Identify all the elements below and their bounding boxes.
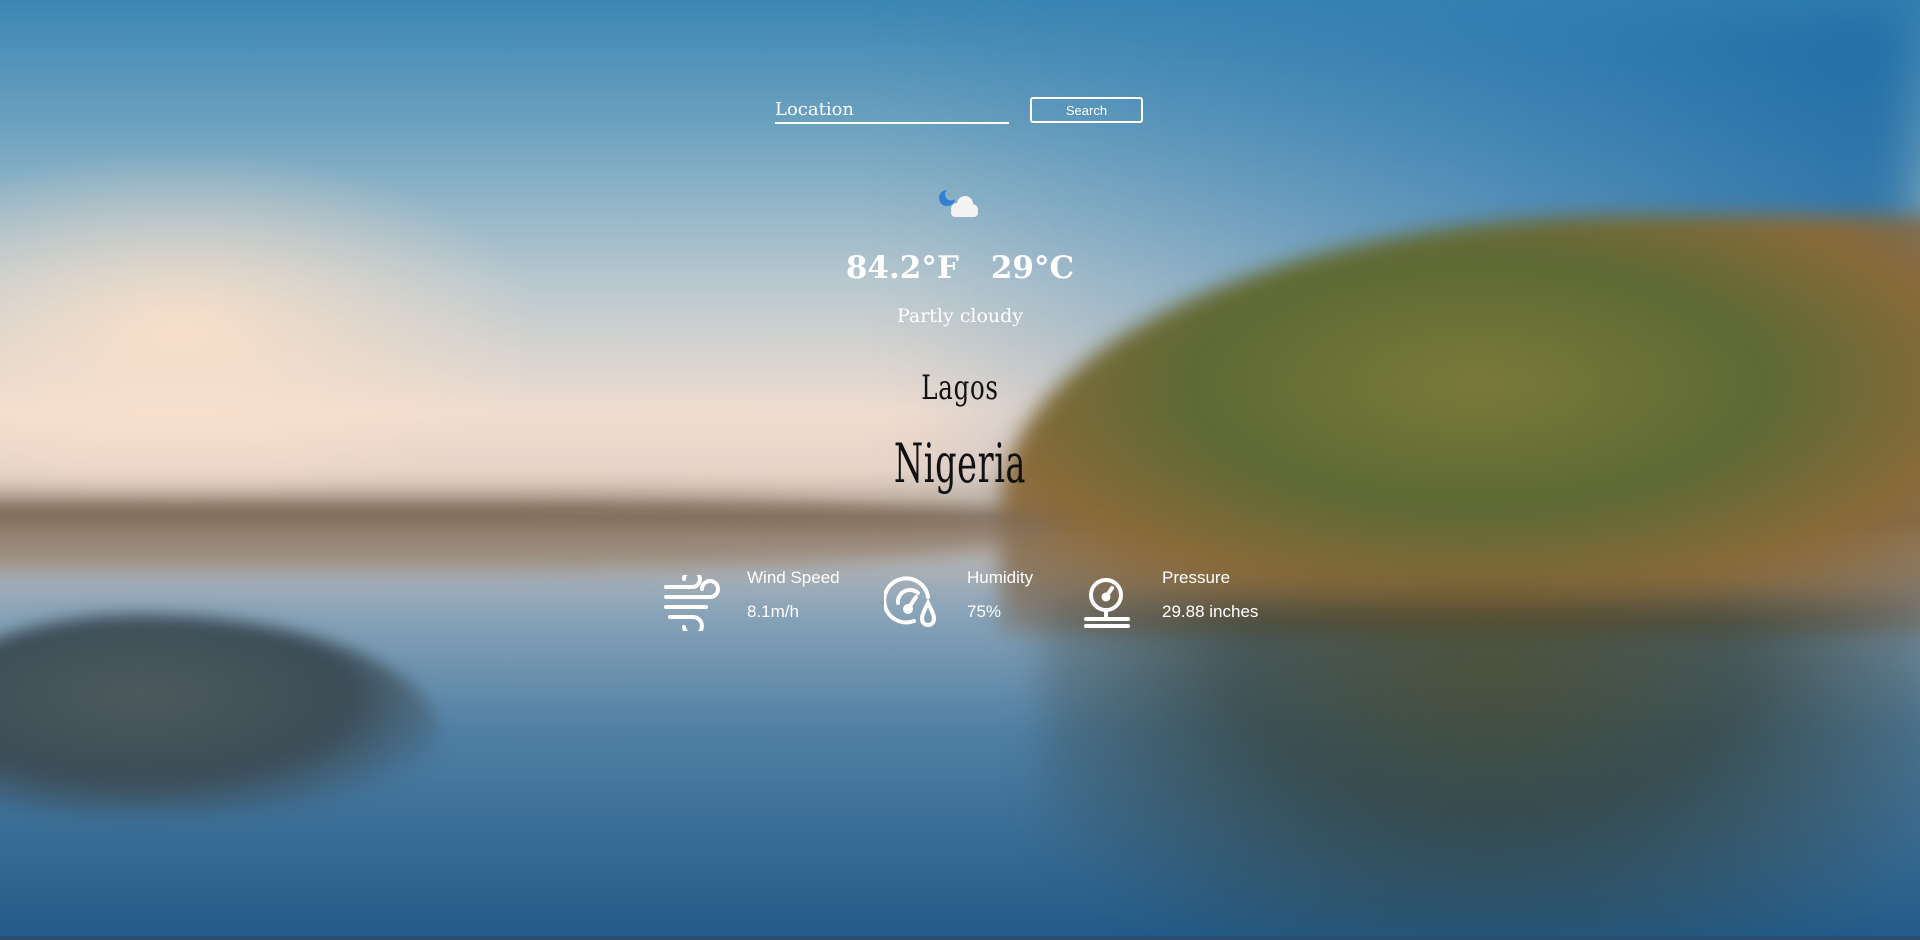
humidity-label: Humidity	[967, 568, 1034, 587]
country-name: Nigeria	[893, 432, 1027, 495]
far-shore	[0, 500, 1060, 570]
location-input[interactable]	[775, 96, 1009, 124]
search-bar: Search	[775, 96, 1145, 126]
barometer-icon	[1082, 575, 1138, 631]
temperature-celsius: 29°C	[990, 250, 1075, 286]
weather-condition: Partly cloudy	[896, 305, 1024, 327]
bottom-strip	[0, 936, 1920, 940]
wind-icon	[662, 569, 720, 637]
pressure-label: Pressure	[1162, 568, 1231, 587]
pressure-value: 29.88 inches	[1162, 602, 1259, 621]
search-button[interactable]: Search	[1030, 97, 1143, 123]
temperature-readout: 84.2°F 29°C	[760, 250, 1160, 286]
temperature-fahrenheit: 84.2°F	[845, 250, 959, 286]
humidity-icon	[882, 575, 940, 631]
wind-speed-value: 8.1m/h	[747, 602, 799, 621]
city-name: Lagos	[921, 368, 999, 408]
wind-speed-label: Wind Speed	[747, 568, 840, 587]
hill-reflection	[1040, 600, 1920, 940]
humidity-value: 75%	[967, 602, 1002, 621]
near-shore	[0, 615, 440, 815]
partly-cloudy-night-icon	[935, 184, 985, 224]
